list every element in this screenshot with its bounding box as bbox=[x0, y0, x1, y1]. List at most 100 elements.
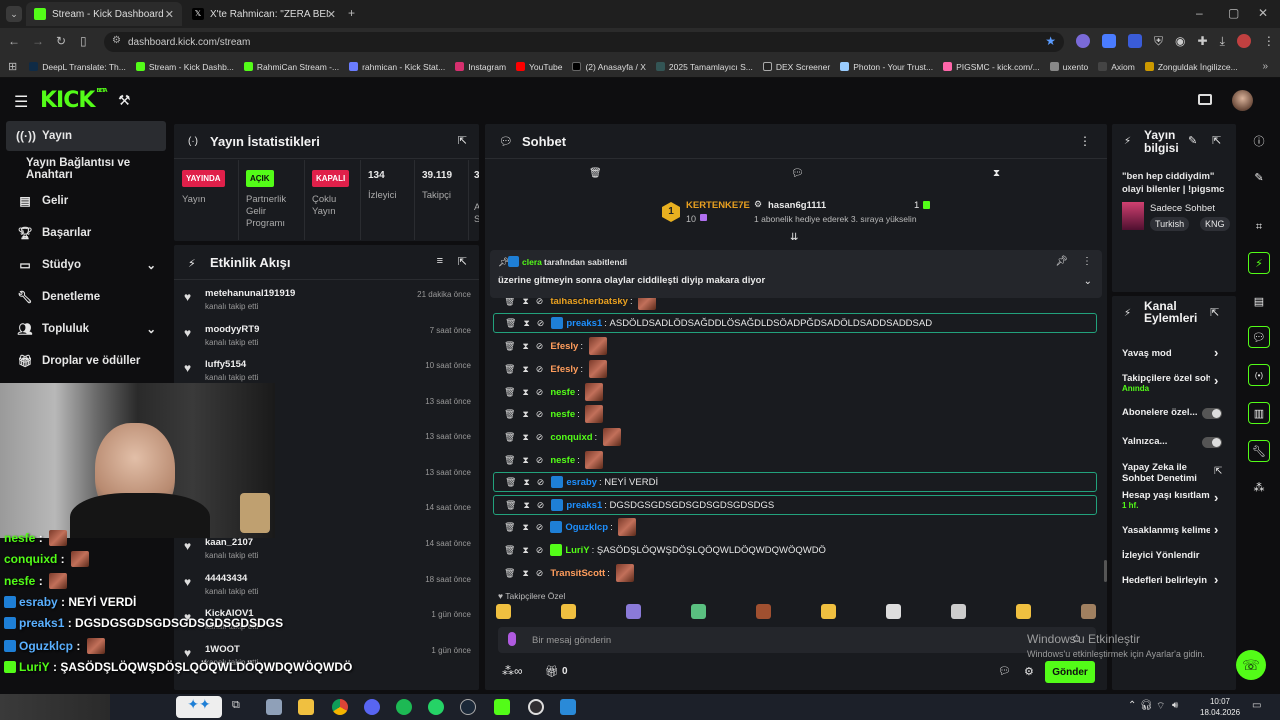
forward-icon[interactable]: → bbox=[32, 34, 44, 48]
bookmark[interactable]: Stream - Kick Dashb... bbox=[135, 62, 234, 72]
delete-icon[interactable]: 🗑︎ bbox=[504, 409, 515, 420]
chat-bubble-icon[interactable]: 💬︎ bbox=[1248, 326, 1270, 348]
ban-icon[interactable]: ⊘ bbox=[536, 432, 544, 443]
chat-username[interactable]: conquixd bbox=[550, 432, 592, 443]
ban-icon[interactable]: ⊘ bbox=[536, 545, 544, 556]
bookmark[interactable]: (2) Anasayfa / X bbox=[572, 62, 646, 72]
action-viewer-redirect[interactable]: İzleyici Yönlendir bbox=[1122, 550, 1222, 564]
window-close-icon[interactable]: ✕ bbox=[1258, 6, 1268, 20]
support-chat-icon[interactable]: ☏ bbox=[1236, 650, 1266, 680]
shield-icon[interactable]: ⛨ bbox=[1154, 34, 1163, 49]
timeout-icon[interactable]: ⧗ bbox=[522, 568, 528, 579]
bookmark[interactable]: Axiom bbox=[1098, 62, 1135, 72]
nav-studyo[interactable]: ▭ Stüdyo ⌄ bbox=[6, 250, 166, 280]
timeout-icon[interactable]: ⧗ bbox=[522, 455, 528, 466]
microphone-icon[interactable] bbox=[508, 632, 516, 646]
notification-icon[interactable]: ▭ bbox=[1252, 700, 1261, 711]
scan-icon[interactable]: ⌗ bbox=[1248, 216, 1270, 238]
chat-username[interactable]: esraby bbox=[566, 477, 597, 488]
delete-icon[interactable]: 🗑︎ bbox=[504, 341, 515, 352]
app-icon[interactable] bbox=[560, 699, 576, 715]
gift-icon[interactable]: 🎁︎ bbox=[545, 665, 559, 678]
site-info-icon[interactable]: ⚙ bbox=[112, 35, 121, 46]
action-followers-only[interactable]: Takipçilere özel sohbetAnında› bbox=[1122, 373, 1222, 395]
timeout-icon[interactable]: ⧗ bbox=[523, 318, 529, 329]
share-icon[interactable]: ⁂ bbox=[1248, 476, 1270, 498]
tab-x-post[interactable]: 𝕏 X'te Rahmican: "ZERA BEN HER ✕ bbox=[184, 2, 344, 26]
bookmark[interactable]: uxento bbox=[1049, 62, 1088, 72]
delete-icon[interactable]: 🗑︎ bbox=[504, 455, 515, 466]
layers-icon[interactable]: ▥ bbox=[1248, 402, 1270, 424]
chat-bubble-icon[interactable]: 💬︎ bbox=[791, 168, 804, 179]
task-view-icon[interactable]: ⧉ bbox=[232, 699, 248, 715]
emote[interactable] bbox=[585, 451, 604, 469]
more-bookmarks-icon[interactable]: » bbox=[1262, 61, 1268, 72]
close-icon[interactable]: ✕ bbox=[327, 8, 336, 21]
hamburger-menu-icon[interactable]: ☰ bbox=[14, 92, 28, 112]
spotify-icon[interactable] bbox=[396, 699, 412, 715]
action-slow-mode[interactable]: Yavaş mod › bbox=[1122, 345, 1222, 362]
chat-username[interactable]: preaks1 bbox=[566, 318, 602, 329]
menu-icon[interactable]: ⋮ bbox=[1263, 34, 1275, 49]
chat-bubble-icon[interactable]: 💬︎ bbox=[998, 666, 1011, 677]
action-account-age[interactable]: Hesap yaşı kısıtlam 1 hf. › bbox=[1122, 490, 1222, 512]
nav-stream-key[interactable]: Yayın Bağlantısı ve Anahtarı bbox=[6, 154, 176, 184]
bookmark[interactable]: DeepL Translate: Th... bbox=[29, 62, 126, 72]
delete-icon[interactable]: 🗑︎ bbox=[504, 568, 515, 579]
emote-button[interactable] bbox=[561, 604, 576, 619]
send-button[interactable]: Gönder bbox=[1045, 661, 1095, 683]
app-icon[interactable] bbox=[494, 699, 510, 715]
delete-icon[interactable]: 🗑︎ bbox=[504, 545, 515, 556]
emote-button[interactable] bbox=[886, 604, 901, 619]
nav-denetleme[interactable]: 🔧︎ Denetleme bbox=[6, 282, 166, 312]
address-bar[interactable]: ⚙ dashboard.kick.com/stream ★ bbox=[104, 32, 1064, 52]
emote-button[interactable] bbox=[821, 604, 836, 619]
clock[interactable]: 10:07 18.04.2026 bbox=[1200, 696, 1240, 718]
more-options-icon[interactable]: ⋮ bbox=[1079, 134, 1091, 148]
extension-icon[interactable] bbox=[1102, 34, 1116, 48]
headset-icon[interactable]: 🎧︎ bbox=[1140, 700, 1153, 711]
tab-list-button[interactable]: ⌄ bbox=[6, 6, 22, 22]
emote[interactable] bbox=[585, 405, 604, 423]
ban-icon[interactable]: ⊘ bbox=[536, 364, 544, 375]
feed-user[interactable]: kaan_2107 bbox=[205, 537, 253, 548]
bookmark[interactable]: YouTube bbox=[516, 62, 562, 72]
timeout-icon[interactable]: ⧗ bbox=[522, 387, 528, 398]
chevron-down-icon[interactable]: ⌄ bbox=[1084, 276, 1092, 287]
puzzle-icon[interactable]: ✚ bbox=[1198, 34, 1208, 49]
chat-input[interactable]: Bir mesaj gönderin ☺ bbox=[498, 627, 1096, 653]
info-icon[interactable]: ⓘ bbox=[1248, 130, 1270, 152]
filter-icon[interactable]: ≡ bbox=[437, 255, 443, 267]
ban-icon[interactable]: ⊘ bbox=[537, 500, 545, 511]
popout-icon[interactable]: ⇱ bbox=[458, 255, 467, 268]
timeout-icon[interactable]: ⧗ bbox=[522, 545, 528, 556]
settings-icon[interactable]: ⚙ bbox=[1024, 665, 1034, 678]
chrome-icon[interactable] bbox=[332, 699, 348, 715]
only-toggle[interactable] bbox=[1202, 437, 1222, 448]
ban-icon[interactable]: ⊘ bbox=[536, 522, 544, 533]
delete-icon[interactable]: 🗑︎ bbox=[504, 364, 515, 375]
bookmark[interactable]: DEX Screener bbox=[762, 62, 830, 72]
chat-username[interactable]: LuriY bbox=[565, 545, 589, 556]
wifi-icon[interactable]: ⌔ bbox=[1156, 700, 1165, 713]
folder-icon[interactable] bbox=[266, 699, 282, 715]
nav-yayin[interactable]: ((·)) Yayın bbox=[6, 121, 166, 151]
emote[interactable] bbox=[618, 518, 637, 536]
timeout-icon[interactable]: ⧗ bbox=[522, 432, 528, 443]
ban-icon[interactable]: ⊘ bbox=[536, 409, 544, 420]
trash-icon[interactable]: 🗑︎ bbox=[589, 168, 602, 179]
lightning-icon[interactable]: ⚡︎ bbox=[1248, 252, 1270, 274]
delete-icon[interactable]: 🗑︎ bbox=[505, 477, 516, 488]
wrench-icon[interactable]: 🔧︎ bbox=[1248, 440, 1270, 462]
subscribers-only-toggle[interactable] bbox=[1202, 408, 1222, 419]
kick-logo[interactable]: KICK BETA bbox=[40, 88, 108, 113]
emote[interactable] bbox=[588, 360, 607, 378]
tray-chevron-icon[interactable]: ⌃ bbox=[1128, 700, 1136, 711]
extension-icon[interactable] bbox=[1076, 34, 1090, 48]
emote-button[interactable] bbox=[691, 604, 706, 619]
back-icon[interactable]: ← bbox=[8, 34, 20, 48]
chat-username[interactable]: Efesly bbox=[550, 364, 578, 375]
apps-icon[interactable]: ⊞ bbox=[8, 60, 17, 73]
chat-username[interactable]: TransitScott bbox=[550, 568, 605, 579]
popout-icon[interactable]: ⇱ bbox=[1212, 134, 1221, 147]
